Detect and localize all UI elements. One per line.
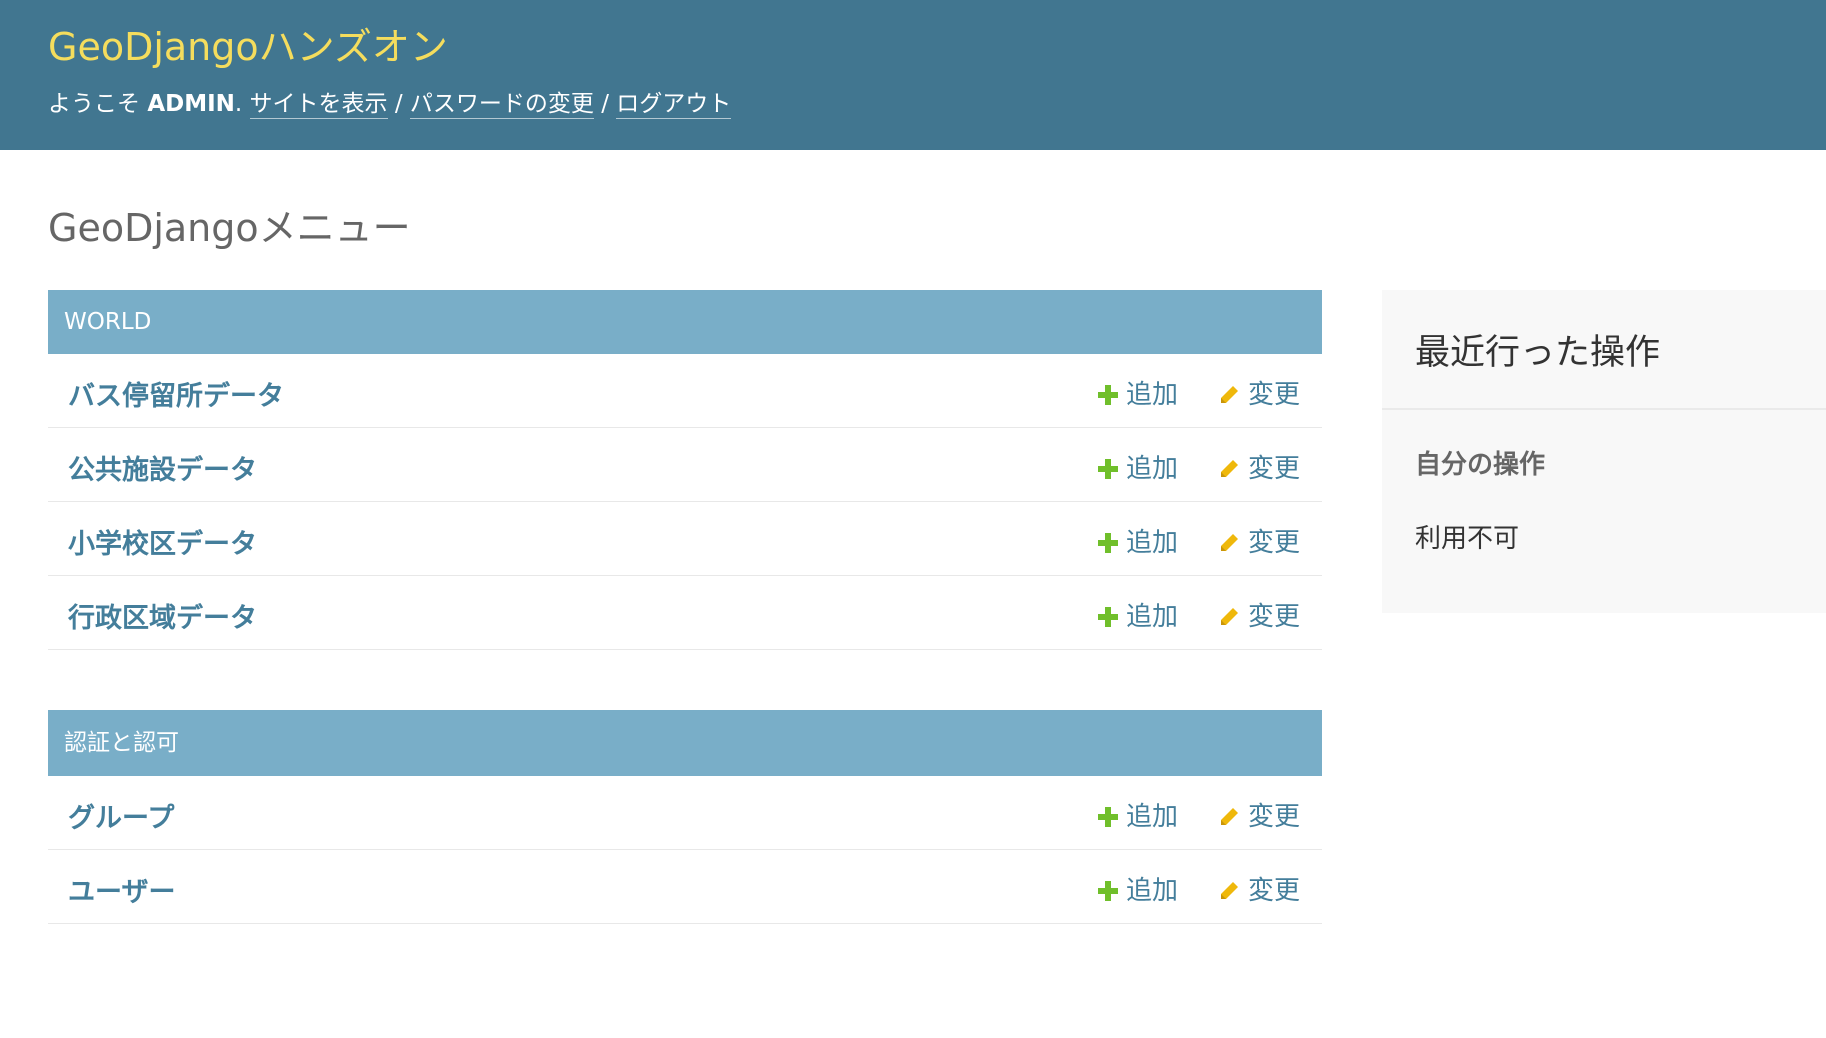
add-label: 追加 — [1126, 602, 1179, 632]
module-caption[interactable]: 認証と認可 — [48, 710, 1322, 776]
add-label: 追加 — [1126, 802, 1179, 832]
change-label: 変更 — [1248, 454, 1301, 484]
pencil-icon — [1221, 386, 1238, 403]
add-label: 追加 — [1126, 528, 1179, 558]
plus-icon — [1098, 533, 1118, 553]
site-title[interactable]: GeoDjangoハンズオン — [48, 16, 448, 71]
change-link[interactable]: 変更 — [1218, 870, 1300, 907]
model-name-link[interactable]: ユーザー — [68, 870, 175, 909]
view-site-link[interactable]: サイトを表示 — [249, 91, 388, 119]
my-actions-title: 自分の操作 — [1415, 450, 1546, 480]
model-name-link[interactable]: バス停留所データ — [68, 374, 284, 413]
username: ADMIN — [147, 91, 235, 117]
recent-actions-title: 最近行った操作 — [1415, 333, 1661, 373]
change-label: 変更 — [1248, 602, 1301, 632]
plus-icon — [1098, 459, 1118, 479]
separator: / — [387, 91, 410, 117]
pencil-icon — [1221, 460, 1238, 477]
change-label: 変更 — [1248, 802, 1301, 832]
pencil-icon — [1221, 608, 1238, 625]
add-label: 追加 — [1126, 380, 1179, 410]
logout-link[interactable]: ログアウト — [616, 91, 732, 119]
user-tools: ようこそ ADMIN. サイトを表示 / パスワードの変更 / ログアウト — [48, 84, 732, 119]
pencil-icon — [1221, 534, 1238, 551]
model-row-bus-stop: バス停留所データ 追加 変更 — [48, 354, 1322, 428]
change-label: 変更 — [1248, 876, 1301, 906]
add-link[interactable]: 追加 — [1098, 596, 1178, 633]
page-title: GeoDjangoメニュー — [48, 206, 411, 250]
add-link[interactable]: 追加 — [1098, 796, 1178, 833]
change-link[interactable]: 変更 — [1218, 596, 1300, 633]
model-row-user: ユーザー 追加 変更 — [48, 850, 1322, 924]
add-link[interactable]: 追加 — [1098, 522, 1178, 559]
add-label: 追加 — [1126, 876, 1179, 906]
model-name-link[interactable]: 行政区域データ — [68, 596, 257, 635]
add-link[interactable]: 追加 — [1098, 870, 1178, 907]
module-caption[interactable]: WORLD — [48, 290, 1322, 354]
plus-icon — [1098, 385, 1118, 405]
change-link[interactable]: 変更 — [1218, 374, 1300, 411]
divider — [1382, 408, 1826, 410]
model-row-school-district: 小学校区データ 追加 変更 — [48, 502, 1322, 576]
recent-actions-panel: 最近行った操作 自分の操作 利用不可 — [1382, 290, 1826, 613]
change-password-link[interactable]: パスワードの変更 — [409, 91, 594, 119]
change-label: 変更 — [1248, 528, 1301, 558]
welcome-suffix: . — [234, 91, 250, 117]
welcome-prefix: ようこそ — [48, 91, 148, 117]
model-name-link[interactable]: 小学校区データ — [68, 522, 257, 561]
module-world: WORLD バス停留所データ 追加 変更 公共施設データ 追加 変更 小学校区デ… — [48, 290, 1322, 650]
plus-icon — [1098, 807, 1118, 827]
site-header: GeoDjangoハンズオン ようこそ ADMIN. サイトを表示 / パスワー… — [0, 0, 1826, 150]
change-link[interactable]: 変更 — [1218, 448, 1300, 485]
add-link[interactable]: 追加 — [1098, 374, 1178, 411]
model-row-public-facility: 公共施設データ 追加 変更 — [48, 428, 1322, 502]
change-label: 変更 — [1248, 380, 1301, 410]
separator: / — [593, 91, 617, 117]
empty-actions-text: 利用不可 — [1415, 524, 1520, 554]
pencil-icon — [1221, 808, 1238, 825]
change-link[interactable]: 変更 — [1218, 522, 1300, 559]
pencil-icon — [1221, 882, 1238, 899]
module-auth: 認証と認可 グループ 追加 変更 ユーザー 追加 変更 — [48, 710, 1322, 924]
add-label: 追加 — [1126, 454, 1179, 484]
model-name-link[interactable]: 公共施設データ — [68, 448, 257, 487]
model-row-group: グループ 追加 変更 — [48, 776, 1322, 850]
model-row-admin-area: 行政区域データ 追加 変更 — [48, 576, 1322, 650]
plus-icon — [1098, 881, 1118, 901]
add-link[interactable]: 追加 — [1098, 448, 1178, 485]
plus-icon — [1098, 607, 1118, 627]
change-link[interactable]: 変更 — [1218, 796, 1300, 833]
model-name-link[interactable]: グループ — [68, 796, 174, 835]
